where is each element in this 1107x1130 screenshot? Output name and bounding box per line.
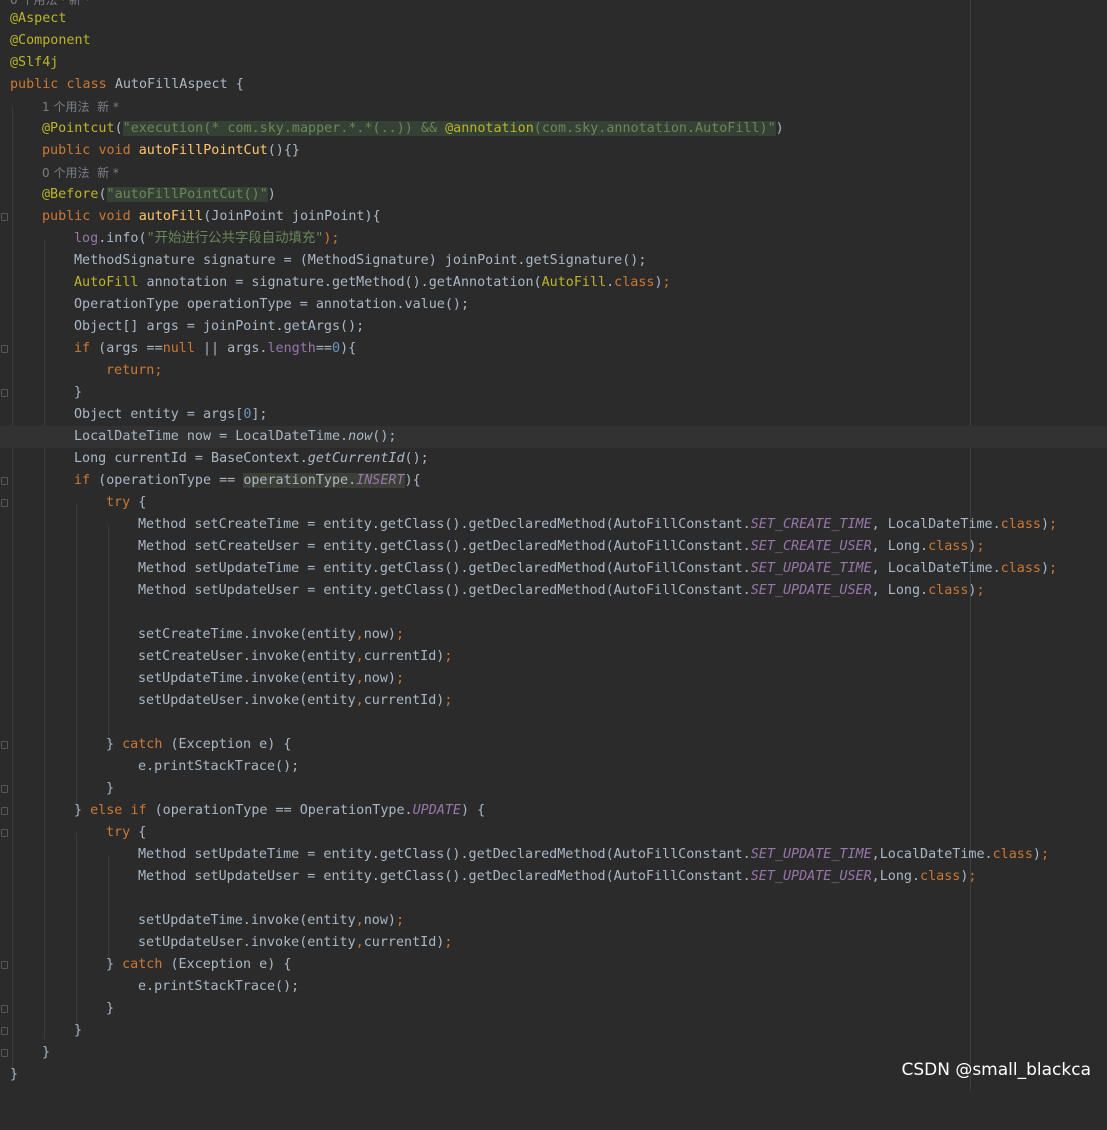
fold-icon[interactable]: [1, 807, 8, 815]
fold-icon[interactable]: [1, 741, 8, 749]
code-line[interactable]: }: [0, 998, 1107, 1020]
code-line[interactable]: Method setUpdateTime = entity.getClass()…: [0, 844, 1107, 866]
code-line[interactable]: 0 个用法 新 *: [0, 162, 1107, 184]
code-line[interactable]: Method setCreateUser = entity.getClass()…: [0, 536, 1107, 558]
code-line[interactable]: }: [0, 1020, 1107, 1042]
fold-icon[interactable]: [1, 345, 8, 353]
code-line[interactable]: if (operationType == operationType.INSER…: [0, 470, 1107, 492]
code-line[interactable]: return;: [0, 360, 1107, 382]
code-line[interactable]: } else if (operationType == OperationTyp…: [0, 800, 1107, 822]
code-line[interactable]: Method setUpdateUser = entity.getClass()…: [0, 866, 1107, 888]
code-line[interactable]: public void autoFillPointCut(){}: [0, 140, 1107, 162]
annotation-aspect: @Aspect: [10, 11, 67, 26]
code-line[interactable]: e.printStackTrace();: [0, 756, 1107, 778]
fold-icon[interactable]: [1, 829, 8, 837]
pointcut-expression: "execution(* com.sky.mapper.*.*(..)) && …: [122, 121, 776, 136]
code-line[interactable]: setCreateTime.invoke(entity,now);: [0, 624, 1107, 646]
code-line[interactable]: @Component: [0, 30, 1107, 52]
fold-icon[interactable]: [1, 389, 8, 397]
code-line[interactable]: @Pointcut("execution(* com.sky.mapper.*.…: [0, 118, 1107, 140]
code-line[interactable]: AutoFill annotation = signature.getMetho…: [0, 272, 1107, 294]
code-line[interactable]: public void autoFill(JoinPoint joinPoint…: [0, 206, 1107, 228]
code-line[interactable]: OperationType operationType = annotation…: [0, 294, 1107, 316]
code-line[interactable]: 1 个用法 新 *: [0, 96, 1107, 118]
code-line[interactable]: }: [0, 382, 1107, 404]
annotation-before: @Before: [42, 187, 99, 202]
code-line[interactable]: public class AutoFillAspect {: [0, 74, 1107, 96]
code-line[interactable]: @Aspect: [0, 8, 1107, 30]
fold-icon[interactable]: [1, 1049, 8, 1057]
code-line[interactable]: } catch (Exception e) {: [0, 734, 1107, 756]
usage-hint[interactable]: 1 个用法 新 *: [42, 96, 119, 118]
code-line[interactable]: Object[] args = joinPoint.getArgs();: [0, 316, 1107, 338]
fold-icon[interactable]: [1, 213, 8, 221]
code-line[interactable]: try {: [0, 492, 1107, 514]
code-line[interactable]: @Before("autoFillPointCut()"): [0, 184, 1107, 206]
code-line[interactable]: setUpdateUser.invoke(entity,currentId);: [0, 690, 1107, 712]
method-name: autoFill: [138, 209, 204, 224]
code-line[interactable]: setUpdateTime.invoke(entity,now);: [0, 910, 1107, 932]
fold-icon[interactable]: [1, 499, 8, 507]
code-line[interactable]: setUpdateUser.invoke(entity,currentId);: [0, 932, 1107, 954]
code-line[interactable]: e.printStackTrace();: [0, 976, 1107, 998]
code-line[interactable]: log.info("开始进行公共字段自动填充");: [0, 228, 1107, 250]
fold-icon[interactable]: [1, 1005, 8, 1013]
code-line[interactable]: if (args ==null || args.length==0){: [0, 338, 1107, 360]
annotation-pointcut: @Pointcut: [42, 121, 115, 136]
code-line[interactable]: setCreateUser.invoke(entity,currentId);: [0, 646, 1107, 668]
usage-hint[interactable]: 0 个用法 新 *: [42, 162, 119, 184]
fold-icon[interactable]: [1, 477, 8, 485]
method-name: autoFillPointCut: [138, 143, 268, 158]
watermark: CSDN @small_blackca: [901, 1060, 1091, 1080]
code-line[interactable]: Method setUpdateTime = entity.getClass()…: [0, 558, 1107, 580]
code-editor[interactable]: 0 个用法 · 新 * @Aspect @Component @Slf4j pu…: [0, 0, 1107, 1091]
code-line-current[interactable]: LocalDateTime now = LocalDateTime.now();: [0, 426, 1107, 448]
fold-icon[interactable]: [1, 785, 8, 793]
class-name: AutoFillAspect: [114, 77, 228, 92]
annotation-component: @Component: [10, 33, 91, 48]
code-line[interactable]: setUpdateTime.invoke(entity,now);: [0, 668, 1107, 690]
code-line[interactable]: @Slf4j: [0, 52, 1107, 74]
code-line[interactable]: Long currentId = BaseContext.getCurrentI…: [0, 448, 1107, 470]
code-line[interactable]: MethodSignature signature = (MethodSigna…: [0, 250, 1107, 272]
code-line[interactable]: try {: [0, 822, 1107, 844]
fold-icon[interactable]: [1, 1027, 8, 1035]
code-line[interactable]: }: [0, 778, 1107, 800]
code-line[interactable]: } catch (Exception e) {: [0, 954, 1107, 976]
annotation-slf4j: @Slf4j: [10, 55, 59, 70]
code-line[interactable]: Method setUpdateUser = entity.getClass()…: [0, 580, 1107, 602]
code-line[interactable]: Method setCreateTime = entity.getClass()…: [0, 514, 1107, 536]
code-line[interactable]: Object entity = args[0];: [0, 404, 1107, 426]
fold-icon[interactable]: [1, 961, 8, 969]
